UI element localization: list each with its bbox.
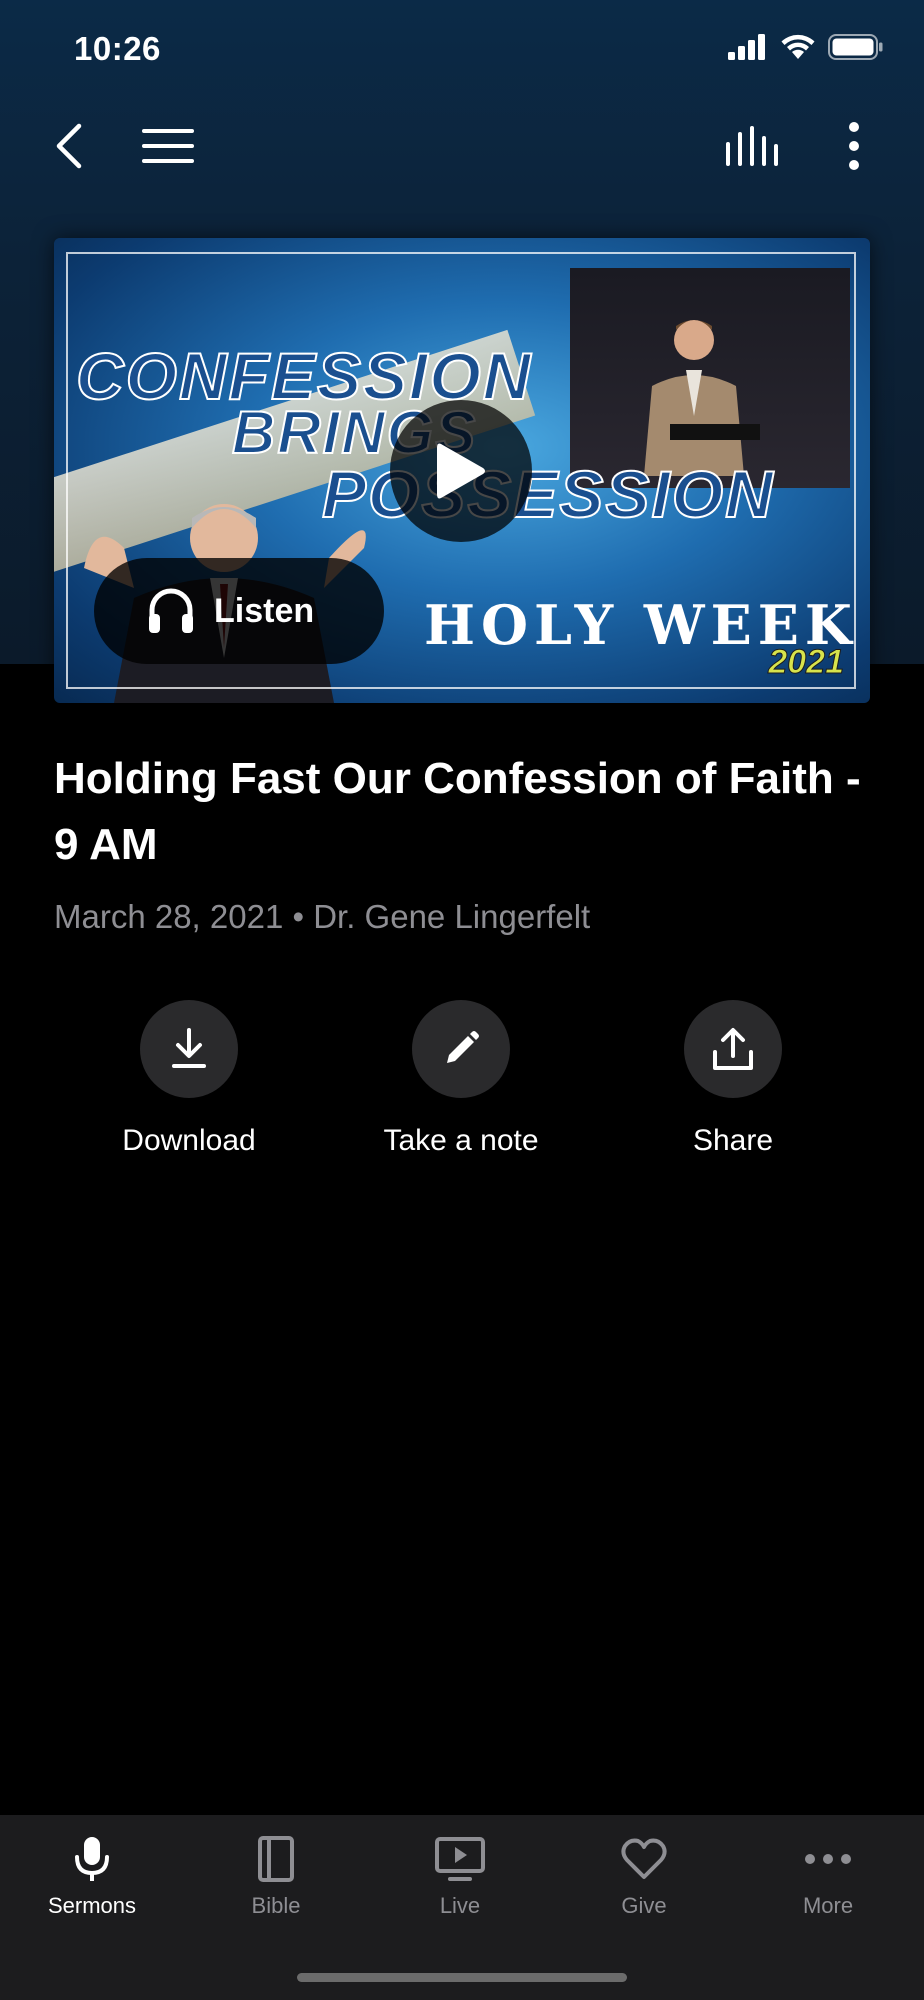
sermon-speaker: Dr. Gene Lingerfelt xyxy=(313,898,591,935)
take-note-label: Take a note xyxy=(383,1124,539,1157)
book-icon xyxy=(258,1836,294,1882)
share-action[interactable]: Share xyxy=(633,1000,833,1158)
headphones-icon xyxy=(149,588,193,633)
tab-live[interactable]: Live xyxy=(368,1835,552,1919)
equalizer-icon xyxy=(726,126,778,166)
tab-sermons-label: Sermons xyxy=(47,1893,137,1918)
audio-levels-button[interactable] xyxy=(722,122,782,170)
home-indicator xyxy=(297,1973,627,1982)
take-note-action[interactable]: Take a note xyxy=(361,1000,561,1158)
battery-icon xyxy=(828,34,883,60)
tab-live-label: Live xyxy=(439,1893,481,1918)
signal-icon xyxy=(728,34,765,60)
share-button[interactable] xyxy=(684,1000,782,1098)
play-button[interactable] xyxy=(390,400,532,542)
download-action[interactable]: Download xyxy=(89,1000,289,1158)
tab-give[interactable]: Give xyxy=(552,1835,736,1919)
status-icons xyxy=(728,34,884,60)
listen-button[interactable]: Listen xyxy=(94,558,384,664)
sermon-title: Holding Fast Our Confession of Faith - 9… xyxy=(54,754,861,869)
chevron-left-icon xyxy=(56,123,82,169)
heart-icon xyxy=(621,1838,667,1879)
pencil-icon xyxy=(447,1031,479,1063)
status-time: 10:26 xyxy=(74,30,161,67)
share-icon xyxy=(713,1028,753,1070)
sermon-date: March 28, 2021 xyxy=(54,898,284,935)
back-button[interactable] xyxy=(44,118,94,174)
play-icon xyxy=(437,443,485,499)
download-icon xyxy=(172,1028,206,1068)
microphone-icon xyxy=(75,1837,109,1881)
take-note-button[interactable] xyxy=(412,1000,510,1098)
wifi-icon xyxy=(781,34,815,59)
listen-label: Listen xyxy=(214,591,315,630)
tab-bible[interactable]: Bible xyxy=(184,1835,368,1919)
tab-sermons[interactable]: Sermons xyxy=(0,1835,184,1919)
share-label: Share xyxy=(692,1124,774,1157)
vertical-dots-icon xyxy=(849,122,859,170)
download-button[interactable] xyxy=(140,1000,238,1098)
meta-separator: • xyxy=(292,898,305,935)
download-label: Download xyxy=(122,1124,256,1157)
tv-play-icon xyxy=(435,1837,485,1881)
sermon-meta: March 28, 2021 • Dr. Gene Lingerfelt xyxy=(54,898,590,936)
tab-bible-label: Bible xyxy=(251,1893,301,1918)
menu-button[interactable] xyxy=(138,122,198,170)
tab-more-label: More xyxy=(802,1893,854,1918)
tab-give-label: Give xyxy=(621,1893,667,1918)
horizontal-dots-icon xyxy=(805,1854,851,1864)
tab-more[interactable]: More xyxy=(736,1835,920,1919)
hamburger-icon xyxy=(142,129,194,163)
more-options-button[interactable] xyxy=(836,118,872,174)
